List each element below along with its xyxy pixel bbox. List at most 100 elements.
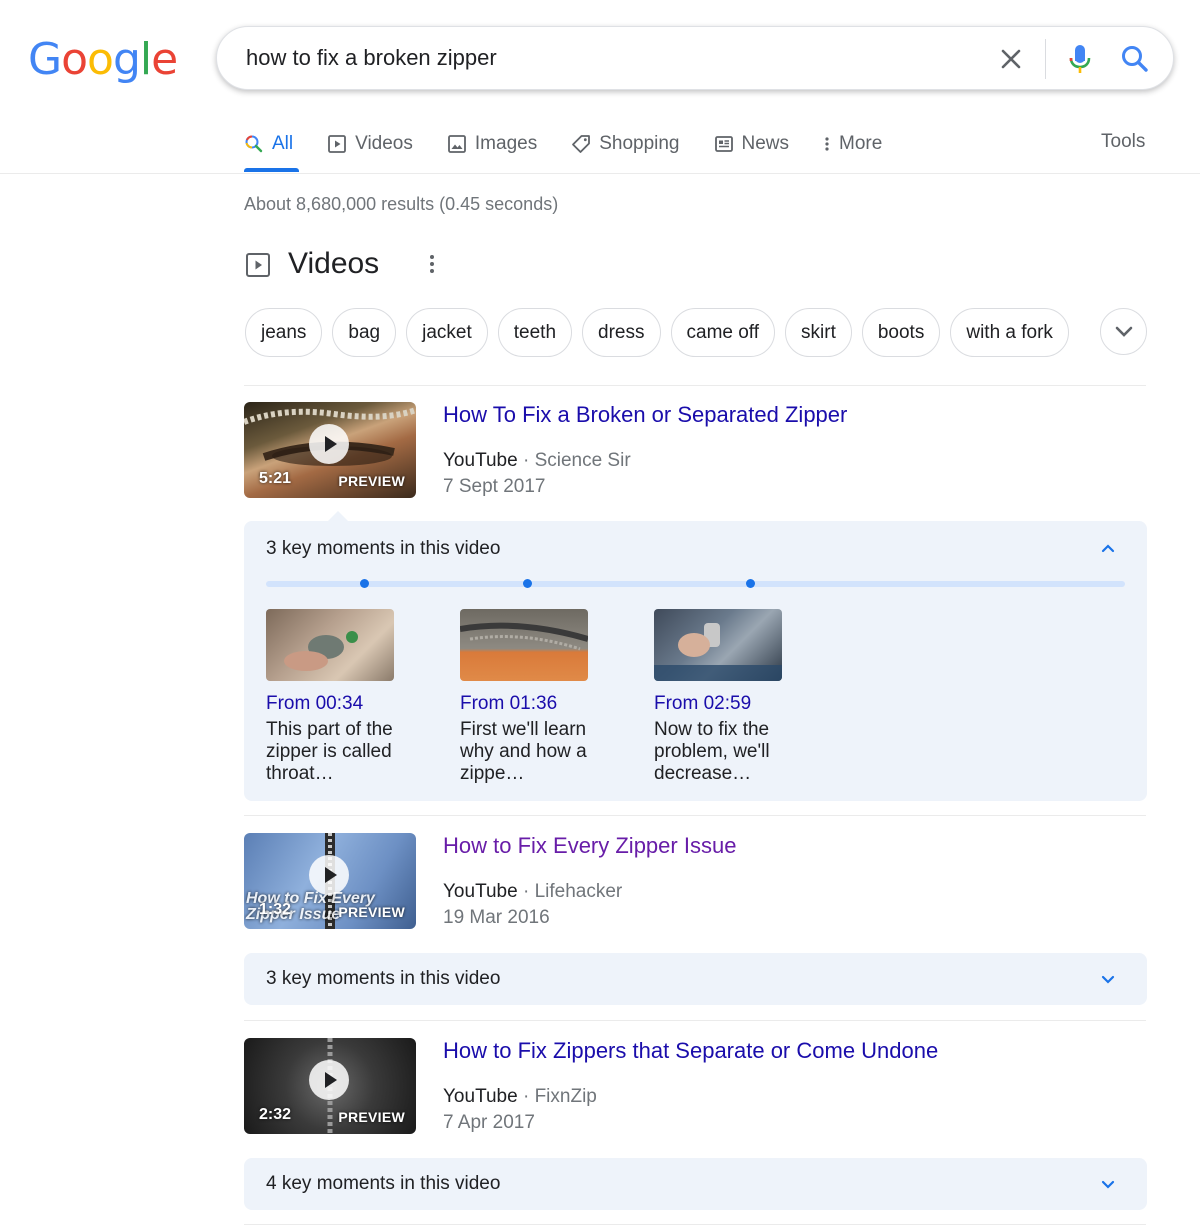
channel-name: Science Sir <box>534 450 631 471</box>
more-options-icon[interactable] <box>424 254 440 279</box>
search-icon <box>245 135 263 153</box>
logo-letter: o <box>61 34 88 85</box>
chip-with-a-fork[interactable]: with a fork <box>950 308 1069 357</box>
logo-letter: g <box>112 34 141 85</box>
key-moments-label: 3 key moments in this video <box>266 538 501 559</box>
google-logo[interactable]: Google <box>28 34 178 85</box>
tab-images[interactable]: Images <box>447 128 537 160</box>
moment-thumbnail[interactable] <box>266 609 394 681</box>
moment-thumbnail[interactable] <box>460 609 588 681</box>
result-stats: About 8,680,000 results (0.45 seconds) <box>244 194 559 214</box>
video-source: YouTube · FixnZip <box>443 1086 597 1108</box>
preview-label: PREVIEW <box>338 1109 405 1125</box>
video-duration: 2:32 <box>259 1106 292 1123</box>
video-thumbnail[interactable]: 2:32 PREVIEW <box>244 1038 416 1134</box>
chevron-down-icon[interactable] <box>1100 308 1147 355</box>
logo-letter: o <box>87 34 114 85</box>
source-name: YouTube <box>443 1086 518 1107</box>
video-source: YouTube · Science Sir <box>443 450 631 472</box>
key-moments-panel[interactable]: 4 key moments in this video <box>244 1158 1147 1210</box>
microphone-icon[interactable] <box>1067 43 1093 75</box>
chevron-down-icon[interactable] <box>1100 973 1116 991</box>
key-moments-pointer <box>328 511 348 521</box>
tabs-divider <box>0 173 1200 174</box>
separator: · <box>522 881 530 902</box>
key-moment[interactable]: From 01:36 First we'll learn why and how… <box>460 609 588 785</box>
video-date: 7 Sept 2017 <box>443 476 546 497</box>
tab-label: All <box>272 133 294 154</box>
tab-label: News <box>741 133 790 154</box>
video-icon <box>328 135 347 153</box>
play-icon <box>309 424 349 464</box>
video-title[interactable]: How To Fix a Broken or Separated Zipper <box>443 402 847 428</box>
channel-name: Lifehacker <box>534 881 623 902</box>
video-thumbnail[interactable]: 5:21 PREVIEW <box>244 402 416 498</box>
video-duration: 1:32 <box>259 901 292 918</box>
moment-timestamp[interactable]: From 02:59 <box>654 693 782 715</box>
video-icon <box>245 252 271 283</box>
tab-all[interactable]: All <box>244 128 300 172</box>
refinement-chips: jeans bag jacket teeth dress came off sk… <box>245 308 1079 357</box>
moment-thumbnail[interactable] <box>654 609 782 681</box>
key-moments-label: 3 key moments in this video <box>266 968 501 989</box>
video-date: 7 Apr 2017 <box>443 1112 535 1133</box>
timeline-marker[interactable] <box>523 579 532 588</box>
result-divider <box>244 815 1146 816</box>
tab-more[interactable]: More <box>823 128 882 160</box>
video-source: YouTube · Lifehacker <box>443 881 622 903</box>
tag-icon <box>572 135 591 153</box>
tab-label: Images <box>474 133 538 154</box>
chip-teeth[interactable]: teeth <box>497 308 573 357</box>
video-title[interactable]: How to Fix Every Zipper Issue <box>443 833 736 859</box>
chip-jacket[interactable]: jacket <box>406 308 488 357</box>
video-title[interactable]: How to Fix Zippers that Separate or Come… <box>443 1038 938 1064</box>
result-divider <box>244 1020 1146 1021</box>
timeline-marker[interactable] <box>746 579 755 588</box>
search-divider <box>1045 39 1046 79</box>
chip-dress[interactable]: dress <box>582 308 661 357</box>
chip-bag[interactable]: bag <box>332 308 397 357</box>
separator: · <box>522 450 530 471</box>
moment-description: Now to fix the problem, we'll decrease… <box>654 719 770 784</box>
chip-skirt[interactable]: skirt <box>785 308 852 357</box>
moment-description: First we'll learn why and how a zippe… <box>460 719 587 784</box>
key-moments-timeline[interactable] <box>266 581 1125 587</box>
key-moment[interactable]: From 02:59 Now to fix the problem, we'll… <box>654 609 782 785</box>
moment-timestamp[interactable]: From 01:36 <box>460 693 588 715</box>
key-moments-panel[interactable]: 3 key moments in this video <box>244 953 1147 1005</box>
tools-button[interactable]: Tools <box>1101 131 1145 153</box>
section-divider <box>244 385 1146 386</box>
logo-letter: G <box>28 34 62 85</box>
search-input[interactable]: how to fix a broken zipper <box>246 45 497 71</box>
play-icon <box>309 855 349 895</box>
tab-videos[interactable]: Videos <box>327 128 413 160</box>
channel-name: FixnZip <box>534 1086 597 1107</box>
key-moment[interactable]: From 00:34 This part of the zipper is ca… <box>266 609 394 785</box>
image-icon <box>447 135 466 153</box>
moment-description: This part of the zipper is called throat… <box>266 719 393 784</box>
key-moments-label: 4 key moments in this video <box>266 1173 501 1194</box>
separator: · <box>522 1086 530 1107</box>
newspaper-icon <box>714 136 733 152</box>
chip-came-off[interactable]: came off <box>670 308 776 357</box>
chip-jeans[interactable]: jeans <box>245 308 323 357</box>
play-icon <box>309 1060 349 1100</box>
clear-icon[interactable] <box>997 45 1025 73</box>
search-box[interactable]: how to fix a broken zipper <box>216 26 1174 90</box>
chevron-up-icon[interactable] <box>1100 541 1116 559</box>
video-date: 19 Mar 2016 <box>443 907 550 928</box>
search-icon[interactable] <box>1119 43 1151 75</box>
preview-label: PREVIEW <box>338 473 405 489</box>
tab-news[interactable]: News <box>714 128 790 160</box>
chip-boots[interactable]: boots <box>861 308 941 357</box>
source-name: YouTube <box>443 450 518 471</box>
source-name: YouTube <box>443 881 518 902</box>
tab-shopping[interactable]: Shopping <box>571 128 680 160</box>
chevron-down-icon[interactable] <box>1100 1178 1116 1196</box>
moment-timestamp[interactable]: From 00:34 <box>266 693 394 715</box>
tab-label: More <box>839 133 883 154</box>
logo-letter: l <box>139 34 152 85</box>
video-thumbnail[interactable]: How to Fix Every Zipper Issue 1:32 PREVI… <box>244 833 416 929</box>
timeline-marker[interactable] <box>360 579 369 588</box>
more-vert-icon <box>825 137 829 151</box>
